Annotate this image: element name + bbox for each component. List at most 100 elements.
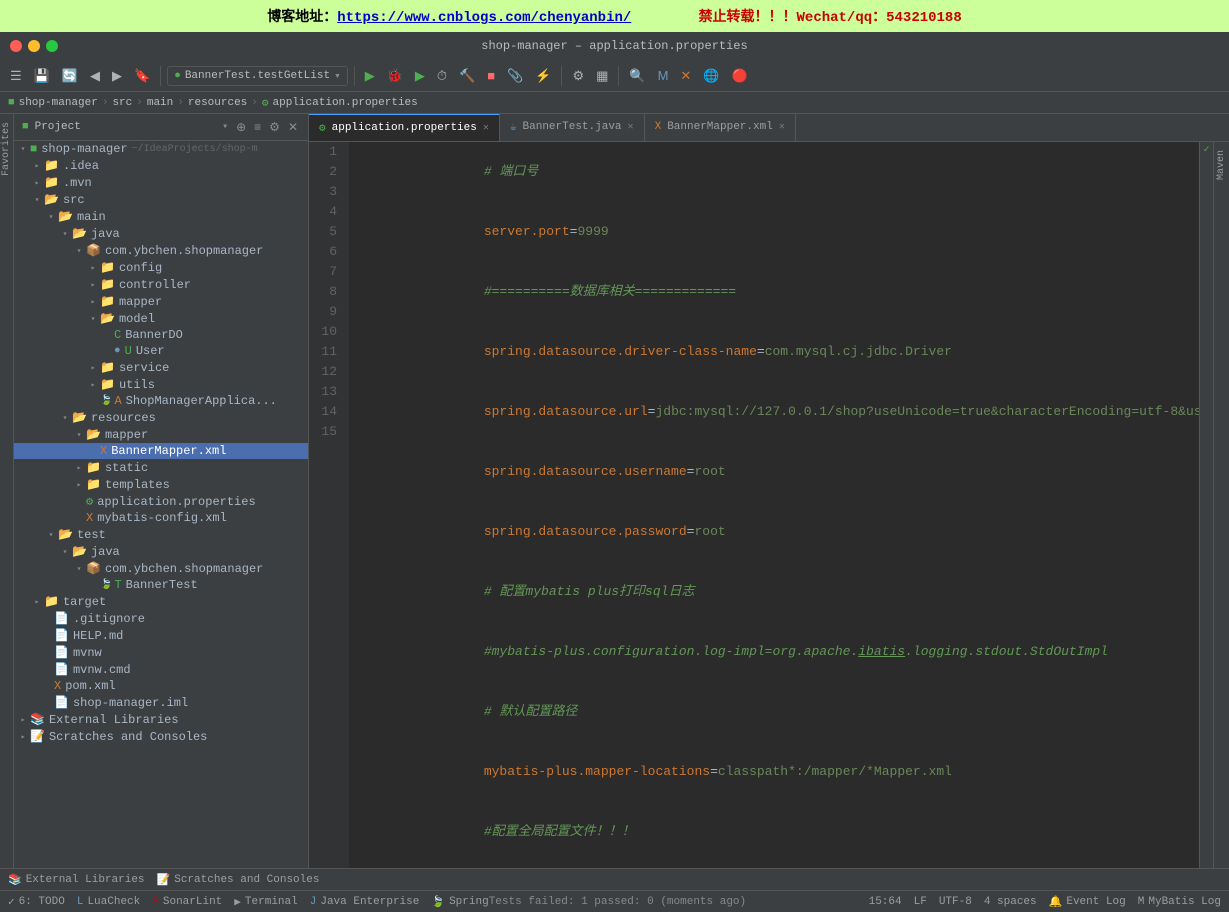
external-libraries-item[interactable]: 📚 External Libraries bbox=[8, 873, 145, 887]
profile-button[interactable]: ⏱ bbox=[433, 66, 451, 86]
tree-item-main[interactable]: ▾ 📂 main bbox=[14, 208, 308, 225]
tree-item-mapper[interactable]: ▸ 📁 mapper bbox=[14, 293, 308, 310]
code-lines[interactable]: # 端口号 server.port=9999 #==========数据库相关=… bbox=[349, 142, 1199, 868]
sidebar-locate-btn[interactable]: ⊕ bbox=[234, 118, 248, 136]
tab-app-properties[interactable]: ⚙ application.properties ✕ bbox=[309, 114, 500, 141]
status-java-enterprise[interactable]: J Java Enterprise bbox=[310, 896, 420, 908]
stop-button[interactable]: ■ bbox=[483, 66, 499, 85]
extra-btn3[interactable]: 🌐 bbox=[699, 66, 723, 86]
tree-item-com[interactable]: ▾ 📦 com.ybchen.shopmanager bbox=[14, 242, 308, 259]
run-config[interactable]: ● BannerTest.testGetList ▾ bbox=[167, 66, 347, 86]
tree-item-shop-iml[interactable]: 📄 shop-manager.iml bbox=[14, 694, 308, 711]
sidebar-collapse-btn[interactable]: ≡ bbox=[252, 118, 263, 136]
tree-item-shopmanager[interactable]: 🍃 A ShopManagerApplica... bbox=[14, 393, 308, 409]
tree-item-mvn[interactable]: ▸ 📁 .mvn bbox=[14, 174, 308, 191]
code-line-10[interactable]: # 默认配置路径 bbox=[357, 682, 1199, 742]
debug-button[interactable]: 🐞 bbox=[383, 66, 407, 86]
breadcrumb-part-1[interactable]: src bbox=[112, 97, 132, 109]
tree-item-idea[interactable]: ▸ 📁 .idea bbox=[14, 157, 308, 174]
forward-button[interactable]: ▶ bbox=[108, 66, 126, 86]
code-line-7[interactable]: spring.datasource.password=root bbox=[357, 502, 1199, 562]
status-terminal[interactable]: ▶ Terminal bbox=[234, 895, 297, 909]
code-line-12[interactable]: #配置全局配置文件！！！ bbox=[357, 802, 1199, 862]
tree-item-resources[interactable]: ▾ 📂 resources bbox=[14, 409, 308, 426]
tree-item-test[interactable]: ▾ 📂 test bbox=[14, 526, 308, 543]
maven-tab[interactable]: Maven bbox=[1214, 146, 1229, 184]
breadcrumb-part-3[interactable]: resources bbox=[188, 97, 247, 109]
status-todo[interactable]: ✓ 6: TODO bbox=[8, 895, 65, 909]
code-line-3[interactable]: #==========数据库相关============= bbox=[357, 262, 1199, 322]
tree-item-service[interactable]: ▸ 📁 service bbox=[14, 359, 308, 376]
breadcrumb-part-2[interactable]: main bbox=[147, 97, 173, 109]
extra-btn4[interactable]: 🔴 bbox=[728, 66, 752, 86]
status-lua[interactable]: L LuaCheck bbox=[77, 896, 140, 908]
tab-close-app-props[interactable]: ✕ bbox=[483, 122, 489, 134]
sidebar-close-btn[interactable]: ✕ bbox=[286, 118, 300, 136]
tab-close-banner-test[interactable]: ✕ bbox=[628, 121, 634, 133]
tree-item-templates[interactable]: ▸ 📁 templates bbox=[14, 476, 308, 493]
tree-item-model[interactable]: ▾ 📂 model bbox=[14, 310, 308, 327]
attach-button[interactable]: 📎 bbox=[503, 66, 527, 86]
close-button[interactable] bbox=[10, 40, 22, 52]
tree-item-target[interactable]: ▸ 📁 target bbox=[14, 593, 308, 610]
tree-item-user[interactable]: ● U User bbox=[14, 343, 308, 359]
run-button[interactable]: ▶ bbox=[361, 66, 379, 86]
tree-item-mapper-res[interactable]: ▾ 📂 mapper bbox=[14, 426, 308, 443]
breadcrumb-part-4[interactable]: application.properties bbox=[273, 97, 418, 109]
code-line-4[interactable]: spring.datasource.driver-class-name=com.… bbox=[357, 322, 1199, 382]
tab-banner-mapper[interactable]: X BannerMapper.xml ✕ bbox=[645, 114, 796, 141]
breadcrumb-part-0[interactable]: shop-manager bbox=[19, 97, 98, 109]
code-line-2[interactable]: server.port=9999 bbox=[357, 202, 1199, 262]
compile-button[interactable]: ⚡ bbox=[531, 66, 555, 86]
code-line-9[interactable]: #mybatis-plus.configuration.log-impl=org… bbox=[357, 622, 1199, 682]
build-button[interactable]: 🔨 bbox=[455, 66, 479, 86]
tab-close-banner-mapper[interactable]: ✕ bbox=[779, 121, 785, 133]
tree-item-banner-mapper-xml[interactable]: X BannerMapper.xml bbox=[14, 443, 308, 459]
tree-item-java[interactable]: ▾ 📂 java bbox=[14, 225, 308, 242]
extra-btn2[interactable]: ✕ bbox=[676, 66, 695, 86]
tree-item-mybatis-config[interactable]: X mybatis-config.xml bbox=[14, 510, 308, 526]
tree-item-mvnw-cmd[interactable]: 📄 mvnw.cmd bbox=[14, 661, 308, 678]
code-line-8[interactable]: # 配置mybatis plus打印sql日志 bbox=[357, 562, 1199, 622]
tab-banner-test[interactable]: ☕ BannerTest.java ✕ bbox=[500, 114, 645, 141]
tree-item-controller[interactable]: ▸ 📁 controller bbox=[14, 276, 308, 293]
tree-item-banner-do[interactable]: C BannerDO bbox=[14, 327, 308, 343]
save-button[interactable]: 💾 bbox=[30, 66, 54, 86]
tree-item-root[interactable]: ▾ ■ shop-manager ~/IdeaProjects/shop-m bbox=[14, 141, 308, 157]
status-spring[interactable]: 🍃 Spring bbox=[431, 895, 488, 909]
tree-item-scratches[interactable]: ▸ 📝 Scratches and Consoles bbox=[14, 728, 308, 745]
editor-area[interactable]: 1 2 3 4 5 6 7 8 9 10 11 12 13 bbox=[309, 142, 1199, 868]
status-mybatis-log[interactable]: M MyBatis Log bbox=[1138, 896, 1221, 908]
back-button[interactable]: ◀ bbox=[86, 66, 104, 86]
code-line-11[interactable]: mybatis-plus.mapper-locations=classpath*… bbox=[357, 742, 1199, 802]
tree-item-ext-libs[interactable]: ▸ 📚 External Libraries bbox=[14, 711, 308, 728]
sync-button[interactable]: 🔄 bbox=[58, 66, 82, 86]
tree-item-banner-test[interactable]: 🍃 T BannerTest bbox=[14, 577, 308, 593]
coverage-button[interactable]: ▶ bbox=[411, 66, 429, 86]
blog-link[interactable]: https://www.cnblogs.com/chenyanbin/ bbox=[337, 10, 631, 26]
tree-item-test-com[interactable]: ▾ 📦 com.ybchen.shopmanager bbox=[14, 560, 308, 577]
tree-item-utils[interactable]: ▸ 📁 utils bbox=[14, 376, 308, 393]
code-line-5[interactable]: spring.datasource.url=jdbc:mysql://127.0… bbox=[357, 382, 1199, 442]
tree-item-app-props[interactable]: ⚙ application.properties bbox=[14, 493, 308, 510]
sidebar-dropdown-icon[interactable]: ▾ bbox=[222, 121, 228, 133]
code-line-13[interactable]: mybatis-plus.config-location = classpath… bbox=[357, 862, 1199, 868]
hamburger-button[interactable]: ☰ bbox=[6, 66, 26, 86]
tree-item-test-java[interactable]: ▾ 📂 java bbox=[14, 543, 308, 560]
extra-btn1[interactable]: M bbox=[654, 66, 673, 85]
scratches-item[interactable]: 📝 Scratches and Consoles bbox=[157, 873, 320, 887]
status-event-log[interactable]: 🔔 Event Log bbox=[1049, 895, 1126, 909]
maximize-button[interactable] bbox=[46, 40, 58, 52]
tree-item-help-md[interactable]: 📄 HELP.md bbox=[14, 627, 308, 644]
tree-item-mvnw[interactable]: 📄 mvnw bbox=[14, 644, 308, 661]
code-line-1[interactable]: # 端口号 bbox=[357, 142, 1199, 202]
tree-item-src[interactable]: ▾ 📂 src bbox=[14, 191, 308, 208]
settings-button[interactable]: ⚙ bbox=[568, 66, 588, 86]
bookmark-button[interactable]: 🔖 bbox=[130, 66, 154, 86]
minimize-button[interactable] bbox=[28, 40, 40, 52]
tree-item-gitignore[interactable]: 📄 .gitignore bbox=[14, 610, 308, 627]
code-line-6[interactable]: spring.datasource.username=root bbox=[357, 442, 1199, 502]
sidebar-settings-btn[interactable]: ⚙ bbox=[267, 118, 282, 136]
tree-item-pom-xml[interactable]: X pom.xml bbox=[14, 678, 308, 694]
favorites-tab[interactable]: Favorites bbox=[0, 118, 14, 180]
